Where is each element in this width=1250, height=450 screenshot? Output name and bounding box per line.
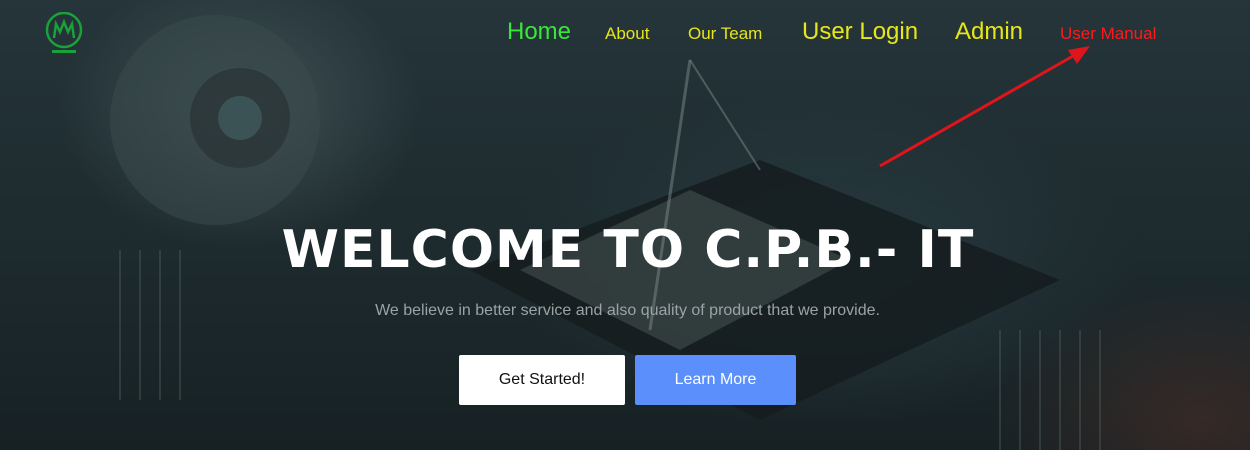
learn-more-button[interactable]: Learn More bbox=[635, 355, 796, 405]
get-started-button[interactable]: Get Started! bbox=[459, 355, 625, 405]
hero-title: WELCOME TO C.P.B.- IT bbox=[281, 220, 975, 280]
hero-section: Home About Our Team User Login Admin Use… bbox=[0, 0, 1250, 450]
hero-subtitle: We believe in better service and also qu… bbox=[375, 302, 880, 319]
